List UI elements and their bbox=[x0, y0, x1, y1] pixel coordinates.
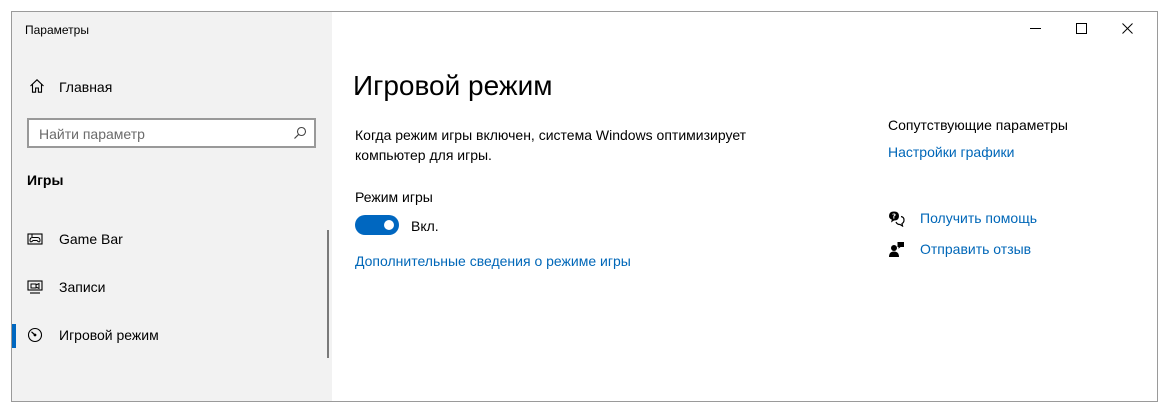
nav-home[interactable]: Главная bbox=[12, 72, 332, 102]
maximize-icon bbox=[1076, 23, 1087, 34]
page-title: Игровой режим bbox=[353, 70, 553, 101]
sidebar-scrollbar[interactable] bbox=[327, 230, 329, 358]
sidebar-item-captures[interactable]: Записи bbox=[12, 267, 332, 307]
get-help-link[interactable]: Получить помощь bbox=[920, 210, 1037, 226]
toggle-state-label: Вкл. bbox=[411, 218, 439, 234]
game-mode-icon bbox=[27, 327, 43, 343]
toggle-knob bbox=[384, 220, 394, 230]
window-title: Параметры bbox=[25, 23, 89, 37]
search-icon[interactable] bbox=[293, 126, 307, 140]
sidebar-item-label: Game Bar bbox=[59, 231, 123, 247]
search-input[interactable] bbox=[39, 125, 279, 142]
close-icon bbox=[1122, 23, 1133, 34]
feedback-icon bbox=[889, 242, 904, 257]
minimize-icon bbox=[1030, 28, 1041, 29]
sidebar-item-game-mode[interactable]: Игровой режим bbox=[12, 315, 332, 355]
related-settings-title: Сопутствующие параметры bbox=[888, 117, 1068, 133]
sidebar-item-label: Записи bbox=[59, 279, 106, 295]
send-feedback-link[interactable]: Отправить отзыв bbox=[920, 241, 1031, 257]
game-mode-description: Когда режим игры включен, система Window… bbox=[355, 127, 747, 163]
sidebar-item-game-bar[interactable]: Game Bar bbox=[12, 219, 332, 259]
captures-icon bbox=[27, 280, 43, 294]
minimize-button[interactable] bbox=[1013, 12, 1059, 45]
graphics-settings-link[interactable]: Настройки графики bbox=[888, 144, 1015, 160]
svg-text:?: ? bbox=[892, 213, 896, 221]
search-box[interactable] bbox=[27, 118, 316, 148]
sidebar-item-label: Игровой режим bbox=[59, 327, 159, 343]
maximize-button[interactable] bbox=[1059, 12, 1105, 45]
game-mode-setting-label: Режим игры bbox=[355, 189, 433, 205]
settings-window: Параметры Главная Игры Game Bar bbox=[11, 11, 1158, 402]
section-title: Игры bbox=[27, 172, 64, 188]
close-button[interactable] bbox=[1105, 12, 1151, 45]
home-icon bbox=[30, 79, 44, 93]
nav-home-label: Главная bbox=[59, 79, 113, 95]
game-bar-icon bbox=[27, 233, 43, 245]
game-mode-toggle[interactable] bbox=[355, 215, 399, 235]
more-info-link[interactable]: Дополнительные сведения о режиме игры bbox=[355, 253, 631, 269]
help-icon: ? bbox=[889, 211, 905, 227]
sidebar: Параметры Главная Игры Game Bar bbox=[12, 12, 332, 401]
active-item-indicator bbox=[12, 324, 16, 348]
